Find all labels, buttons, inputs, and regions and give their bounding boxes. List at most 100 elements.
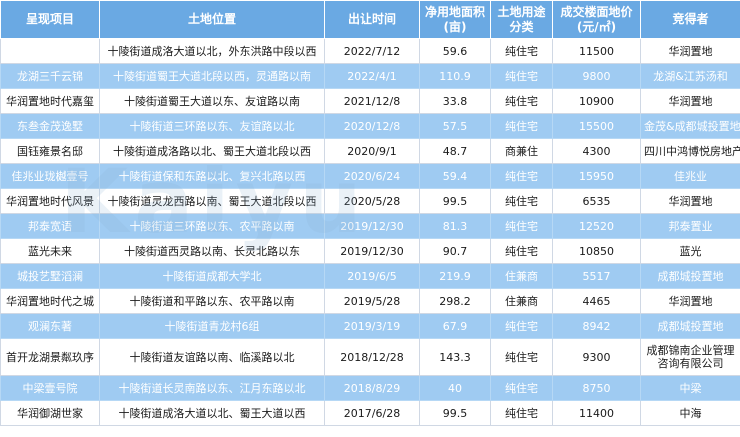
cell-project: 东叁金茂逸墅 xyxy=(0,113,100,139)
cell-land-use: 纯住宅 xyxy=(490,113,553,139)
cell-project: 蓝光未来 xyxy=(0,238,100,264)
table-row: 东叁金茂逸墅 十陵街道三环路以东、友谊路以北 2020/12/8 57.5 纯住宅 155… xyxy=(0,113,740,139)
cell-transfer-date: 2018/12/28 xyxy=(324,338,420,376)
cell-land-use: 住兼商 xyxy=(490,288,553,314)
cell-floor-price: 4465 xyxy=(552,288,641,314)
cell-transfer-date: 2020/5/28 xyxy=(324,188,420,214)
cell-land-location: 十陵街道西灵路以南、长灵北路以东 xyxy=(99,238,325,264)
table-row: 蓝光未来 十陵街道西灵路以南、长灵北路以东 2019/12/30 90.7 纯住宅 108… xyxy=(0,238,740,264)
cell-winner: 成都城投置地 xyxy=(640,263,740,289)
cell-land-use: 纯住宅 xyxy=(490,238,553,264)
cell-land-use: 纯住宅 xyxy=(490,400,553,426)
cell-land-location: 十陵街道灵龙西路以南、蜀王大道北段以西 xyxy=(99,188,325,214)
cell-floor-price: 9300 xyxy=(552,338,641,376)
cell-transfer-date: 2020/12/8 xyxy=(324,113,420,139)
table-row: 华润置地时代嘉玺 十陵街道蜀王大道以东、友谊路以南 2021/12/8 33.8 纯住宅… xyxy=(0,88,740,114)
cell-land-location: 十陵街道青龙村6组 xyxy=(99,313,325,339)
cell-land-use: 住兼商 xyxy=(490,263,553,289)
cell-land-use: 纯住宅 xyxy=(490,213,553,239)
cell-winner: 华润置地 xyxy=(640,38,740,64)
cell-winner: 成都锦南企业管理咨询有限公司 xyxy=(640,338,740,376)
cell-net-area: 219.9 xyxy=(419,263,491,289)
table-row: 观澜东著 十陵街道青龙村6组 2019/3/19 67.9 纯住宅 8942 成都城投置地 xyxy=(0,313,740,339)
cell-land-location: 十陵街道友谊路以南、临溪路以北 xyxy=(99,338,325,376)
table-row: 华润御湖世家 十陵街道成洛大道以北、蜀王大道以西 2017/6/28 99.5 纯住宅 1… xyxy=(0,400,740,426)
table-row: 华润置地时代风景 十陵街道灵龙西路以南、蜀王大道北段以西 2020/5/28 99.5… xyxy=(0,188,740,214)
cell-land-location: 十陵街道成都大学北 xyxy=(99,263,325,289)
cell-transfer-date: 2019/6/5 xyxy=(324,263,420,289)
cell-land-use: 纯住宅 xyxy=(490,88,553,114)
cell-net-area: 59.4 xyxy=(419,163,491,189)
cell-land-location: 十陵街道长灵南路以东、江月东路以北 xyxy=(99,375,325,401)
cell-net-area: 40 xyxy=(419,375,491,401)
header-winner: 竞得者 xyxy=(640,0,740,39)
cell-winner: 中梁 xyxy=(640,375,740,401)
cell-winner: 佳兆业 xyxy=(640,163,740,189)
cell-net-area: 81.3 xyxy=(419,213,491,239)
cell-floor-price: 9800 xyxy=(552,63,641,89)
cell-floor-price: 12520 xyxy=(552,213,641,239)
cell-floor-price: 5517 xyxy=(552,263,641,289)
cell-project: 国钰雍景名邸 xyxy=(0,138,100,164)
table-row: 十陵街道成洛大道以北，外东洪路中段以西 2022/7/12 59.6 纯住宅 11500… xyxy=(0,38,740,64)
table-row: 城投艺墅滔澜 十陵街道成都大学北 2019/6/5 219.9 住兼商 5517 成都城投置… xyxy=(0,263,740,289)
cell-project xyxy=(0,38,100,64)
header-project: 呈现项目 xyxy=(0,0,100,39)
table-row: 龙湖三千云锦 十陵街道蜀王大道北段以西，灵通路以南 2022/4/1 110.9 纯住宅… xyxy=(0,63,740,89)
cell-project: 华润御湖世家 xyxy=(0,400,100,426)
header-transfer-date: 出让时间 xyxy=(324,0,420,39)
table-row: 华润置地时代之城 十陵街道和平路以东、农平路以南 2019/5/28 298.2 住兼商… xyxy=(0,288,740,314)
land-transaction-table: 呈现项目 土地位置 出让时间 净用地面积 (亩) 土地用途 分类 成交楼面地价 (元/㎡) 竞得者… xyxy=(0,0,740,426)
cell-transfer-date: 2020/6/24 xyxy=(324,163,420,189)
cell-net-area: 57.5 xyxy=(419,113,491,139)
header-land-use: 土地用途 分类 xyxy=(490,0,553,39)
cell-floor-price: 8750 xyxy=(552,375,641,401)
cell-land-location: 十陵街道成洛路以北、蜀王大道北段以西 xyxy=(99,138,325,164)
table-row: 中梁壹号院 十陵街道长灵南路以东、江月东路以北 2018/8/29 40 纯住宅 8750… xyxy=(0,375,740,401)
cell-land-location: 十陵街道保和东路以北、复兴北路以西 xyxy=(99,163,325,189)
cell-project: 城投艺墅滔澜 xyxy=(0,263,100,289)
cell-winner: 中海 xyxy=(640,400,740,426)
cell-project: 华润置地时代嘉玺 xyxy=(0,88,100,114)
cell-winner: 邦泰置业 xyxy=(640,213,740,239)
cell-net-area: 59.6 xyxy=(419,38,491,64)
cell-floor-price: 11400 xyxy=(552,400,641,426)
header-net-area: 净用地面积 (亩) xyxy=(419,0,491,39)
header-floor-price: 成交楼面地价 (元/㎡) xyxy=(552,0,641,39)
cell-transfer-date: 2019/12/30 xyxy=(324,213,420,239)
cell-land-location: 十陵街道蜀王大道以东、友谊路以南 xyxy=(99,88,325,114)
cell-floor-price: 15950 xyxy=(552,163,641,189)
cell-project: 龙湖三千云锦 xyxy=(0,63,100,89)
cell-transfer-date: 2017/6/28 xyxy=(324,400,420,426)
cell-floor-price: 11500 xyxy=(552,38,641,64)
cell-winner: 蓝光 xyxy=(640,238,740,264)
cell-net-area: 90.7 xyxy=(419,238,491,264)
cell-net-area: 110.9 xyxy=(419,63,491,89)
cell-net-area: 99.5 xyxy=(419,188,491,214)
cell-winner: 四川中鸿博悦房地产 xyxy=(640,138,740,164)
table-header-row: 呈现项目 土地位置 出让时间 净用地面积 (亩) 土地用途 分类 成交楼面地价 (元/㎡) 竞得者 xyxy=(0,0,740,39)
cell-winner: 龙湖&江苏汤和 xyxy=(640,63,740,89)
cell-land-use: 纯住宅 xyxy=(490,63,553,89)
cell-transfer-date: 2022/7/12 xyxy=(324,38,420,64)
cell-land-use: 纯住宅 xyxy=(490,188,553,214)
cell-net-area: 298.2 xyxy=(419,288,491,314)
cell-land-location: 十陵街道和平路以东、农平路以南 xyxy=(99,288,325,314)
cell-transfer-date: 2019/5/28 xyxy=(324,288,420,314)
cell-transfer-date: 2021/12/8 xyxy=(324,88,420,114)
cell-land-use: 纯住宅 xyxy=(490,313,553,339)
cell-land-location: 十陵街道三环路以东、农平路以南 xyxy=(99,213,325,239)
cell-net-area: 48.7 xyxy=(419,138,491,164)
cell-land-use: 纯住宅 xyxy=(490,38,553,64)
header-land-location: 土地位置 xyxy=(99,0,325,39)
table-row: 佳兆业珑樾壹号 十陵街道保和东路以北、复兴北路以西 2020/6/24 59.4 纯住宅… xyxy=(0,163,740,189)
cell-net-area: 67.9 xyxy=(419,313,491,339)
cell-project: 邦泰宽语 xyxy=(0,213,100,239)
cell-floor-price: 15500 xyxy=(552,113,641,139)
cell-land-location: 十陵街道三环路以东、友谊路以北 xyxy=(99,113,325,139)
cell-winner: 华润置地 xyxy=(640,188,740,214)
cell-project: 华润置地时代风景 xyxy=(0,188,100,214)
cell-land-use: 商兼住 xyxy=(490,138,553,164)
cell-transfer-date: 2018/8/29 xyxy=(324,375,420,401)
cell-floor-price: 8942 xyxy=(552,313,641,339)
